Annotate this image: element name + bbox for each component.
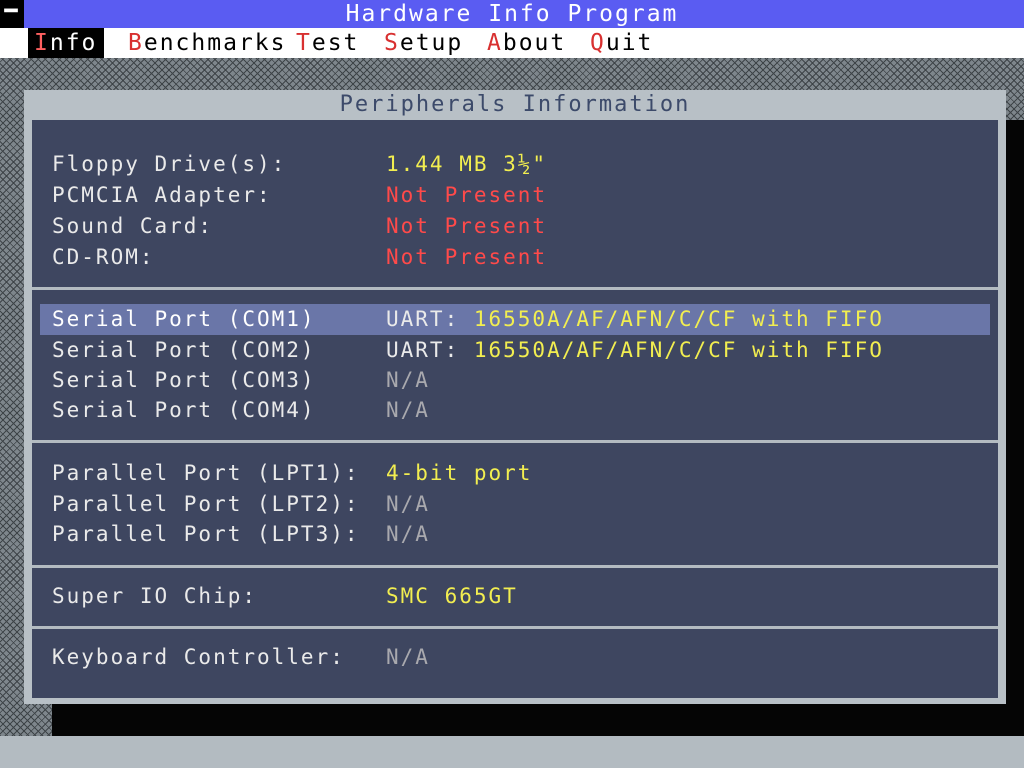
menu-benchmarks-label: enchmarks: [143, 30, 287, 56]
row-value: Not Present: [386, 214, 548, 238]
row-label: PCMCIA Adapter:: [52, 183, 272, 207]
row-label: CD-ROM:: [52, 245, 155, 269]
row-value: N/A: [386, 368, 430, 392]
app-title-bar: ━ Hardware Info Program: [0, 0, 1024, 28]
row-label: Serial Port (COM3): [52, 368, 316, 392]
menu-test-hotkey: T: [296, 30, 312, 56]
row-label: Floppy Drive(s):: [52, 152, 287, 176]
uart-value: 16550A/AF/AFN/C/CF with FIFO: [473, 307, 884, 331]
menu-benchmarks[interactable]: Benchmarks: [122, 28, 292, 58]
uart-prefix: UART:: [386, 307, 474, 331]
row-value: SMC 665GT: [386, 584, 518, 608]
menu-about[interactable]: About: [481, 28, 572, 58]
row-label: Parallel Port (LPT3):: [52, 522, 360, 546]
system-menu-button[interactable]: ━: [0, 0, 24, 28]
menu-about-label: bout: [502, 30, 567, 56]
menu-about-hotkey: A: [487, 30, 503, 56]
row-label: Serial Port (COM1): [52, 307, 316, 331]
row-value: N/A: [386, 398, 430, 422]
menu-benchmarks-hotkey: B: [128, 30, 144, 56]
status-strip: [0, 736, 1024, 768]
menu-setup[interactable]: Setup: [378, 28, 469, 58]
section-divider: [32, 440, 998, 443]
row-value: 4-bit port: [386, 461, 533, 485]
window-title: Peripherals Information: [339, 92, 691, 117]
uart-prefix: UART:: [386, 338, 474, 362]
menu-info-label: nfo: [49, 30, 98, 56]
section-divider: [32, 287, 998, 290]
row-label: Super IO Chip:: [52, 584, 258, 608]
peripherals-window: Peripherals Information Floppy Drive(s):…: [24, 90, 1006, 704]
app-title: Hardware Info Program: [345, 1, 679, 27]
menu-info-hotkey: I: [34, 30, 50, 56]
row-value: N/A: [386, 492, 430, 516]
peripherals-panel: Floppy Drive(s): 1.44 MB 3½" PCMCIA Adap…: [32, 120, 998, 698]
menu-quit-hotkey: Q: [590, 30, 606, 56]
row-label: Serial Port (COM2): [52, 338, 316, 362]
uart-value: 16550A/AF/AFN/C/CF with FIFO: [473, 338, 884, 362]
row-value: UART: 16550A/AF/AFN/C/CF with FIFO: [386, 304, 884, 335]
menu-bar: Info Benchmarks Test Setup About Quit: [0, 28, 1024, 58]
row-label: Sound Card:: [52, 214, 214, 238]
row-value: Not Present: [386, 245, 548, 269]
menu-test-label: est: [311, 30, 360, 56]
row-value: N/A: [386, 522, 430, 546]
menu-quit-label: uit: [605, 30, 654, 56]
row-value: 1.44 MB 3½": [386, 152, 548, 176]
section-divider: [32, 565, 998, 568]
row-label: Parallel Port (LPT2):: [52, 492, 360, 516]
row-value: Not Present: [386, 183, 548, 207]
row-label: Keyboard Controller:: [52, 645, 345, 669]
row-label: Serial Port (COM4): [52, 398, 316, 422]
menu-setup-hotkey: S: [384, 30, 400, 56]
row-label: Parallel Port (LPT1):: [52, 461, 360, 485]
menu-setup-label: etup: [399, 30, 464, 56]
section-divider: [32, 626, 998, 629]
row-value: N/A: [386, 645, 430, 669]
menu-quit[interactable]: Quit: [584, 28, 659, 58]
row-value: UART: 16550A/AF/AFN/C/CF with FIFO: [386, 335, 884, 366]
menu-test[interactable]: Test: [290, 28, 365, 58]
menu-info[interactable]: Info: [28, 28, 104, 58]
